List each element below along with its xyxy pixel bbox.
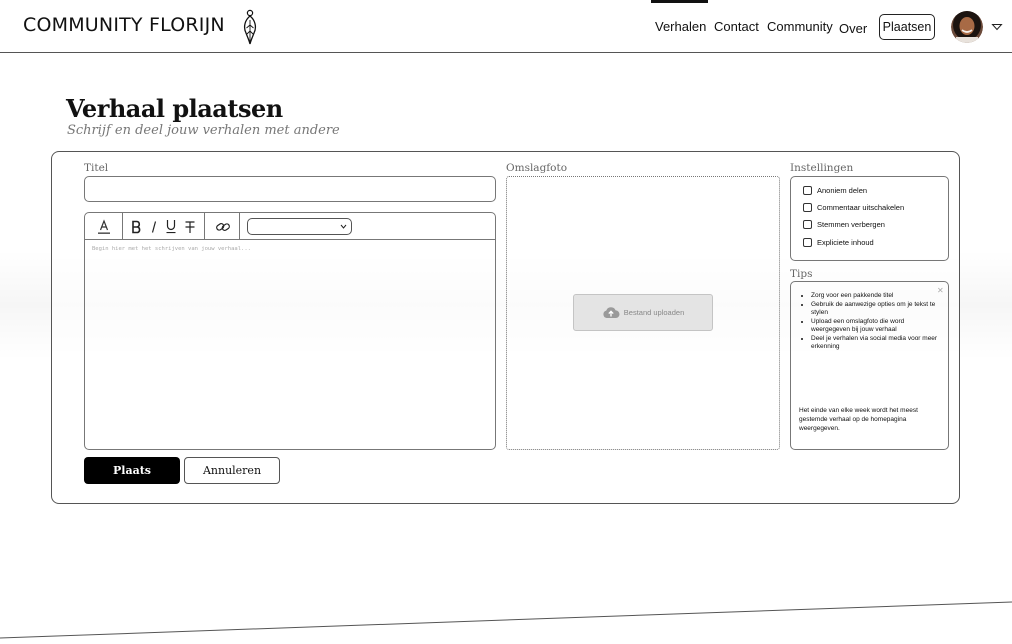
tip-item: Deel je verhalen via social media voor m… xyxy=(811,335,941,352)
rich-text-editor xyxy=(84,212,496,450)
settings-label: Instellingen xyxy=(790,162,854,174)
underline-button[interactable] xyxy=(163,213,179,240)
bold-icon xyxy=(132,220,141,233)
avatar[interactable] xyxy=(951,11,983,43)
setting-label: Anoniem delen xyxy=(817,186,868,195)
setting-disable-comments[interactable]: Commentaar uitschakelen xyxy=(803,203,904,212)
setting-label: Stemmen verbergen xyxy=(817,220,885,229)
toolbar-divider xyxy=(204,213,205,240)
nav-item-contact[interactable]: Contact xyxy=(714,19,759,34)
nav-item-over[interactable]: Over xyxy=(839,21,867,36)
top-navbar: COMMUNITY FLORIJN Verhalen Contact Commu… xyxy=(0,0,1012,53)
italic-button[interactable] xyxy=(147,213,161,240)
toolbar-divider xyxy=(239,213,240,240)
cloud-upload-icon xyxy=(603,307,620,318)
checkbox[interactable] xyxy=(803,238,812,247)
upload-file-button[interactable]: Bestand uploaden xyxy=(573,294,713,331)
link-button[interactable] xyxy=(213,213,233,240)
checkbox[interactable] xyxy=(803,220,812,229)
tip-item: Gebruik de aanwezige opties om je tekst … xyxy=(811,301,941,318)
upload-file-label: Bestand uploaden xyxy=(623,308,685,317)
underline-icon xyxy=(166,220,176,234)
nav-item-verhalen[interactable]: Verhalen xyxy=(655,19,706,34)
title-label: Titel xyxy=(84,162,109,174)
text-color-icon xyxy=(98,218,110,234)
link-icon xyxy=(216,222,230,231)
tips-list: Zorg voor een pakkende titel Gebruik de … xyxy=(811,292,941,352)
user-avatar-icon xyxy=(951,11,983,43)
setting-label: Expliciete inhoud xyxy=(817,238,874,247)
story-content-input[interactable] xyxy=(85,240,495,449)
strikethrough-icon xyxy=(185,220,195,233)
setting-label: Commentaar uitschakelen xyxy=(817,203,905,212)
checkbox[interactable] xyxy=(803,203,812,212)
cancel-button[interactable]: Annuleren xyxy=(184,457,280,484)
cover-photo-label: Omslagfoto xyxy=(506,162,568,174)
setting-hide-votes[interactable]: Stemmen verbergen xyxy=(803,220,885,229)
toolbar-divider xyxy=(122,213,123,240)
submit-story-button[interactable]: Plaats xyxy=(84,457,180,484)
settings-panel: Anoniem delen Commentaar uitschakelen St… xyxy=(790,176,949,261)
tips-panel: ✕ Zorg voor een pakkende titel Gebruik d… xyxy=(790,281,949,450)
setting-anonymous[interactable]: Anoniem delen xyxy=(803,186,867,195)
setting-explicit-content[interactable]: Expliciete inhoud xyxy=(803,238,874,247)
checkbox[interactable] xyxy=(803,186,812,195)
editor-toolbar xyxy=(85,213,495,240)
page-subtitle: Schrijf en deel jouw verhalen met andere xyxy=(67,123,340,138)
bold-button[interactable] xyxy=(128,213,144,240)
font-style-select[interactable] xyxy=(247,218,352,235)
tips-label: Tips xyxy=(790,268,813,280)
feather-logo-icon xyxy=(243,9,257,45)
brand-name[interactable]: COMMUNITY FLORIJN xyxy=(23,14,225,36)
chevron-down-icon xyxy=(340,224,347,229)
decorative-divider xyxy=(0,601,1012,639)
text-color-button[interactable] xyxy=(93,213,115,240)
tip-item: Upload een omslagfoto die word weergegev… xyxy=(811,318,941,335)
tips-note: Het einde van elke week wordt het meest … xyxy=(799,407,918,432)
page-title: Verhaal plaatsen xyxy=(66,94,283,123)
post-button[interactable]: Plaatsen xyxy=(879,14,935,40)
tip-item: Zorg voor een pakkende titel xyxy=(811,292,941,301)
nav-item-community[interactable]: Community xyxy=(767,19,833,34)
italic-icon xyxy=(151,220,157,233)
nav-active-indicator xyxy=(651,0,708,3)
title-input[interactable] xyxy=(84,176,496,202)
chevron-down-icon[interactable] xyxy=(991,22,1003,32)
strikethrough-button[interactable] xyxy=(182,213,198,240)
